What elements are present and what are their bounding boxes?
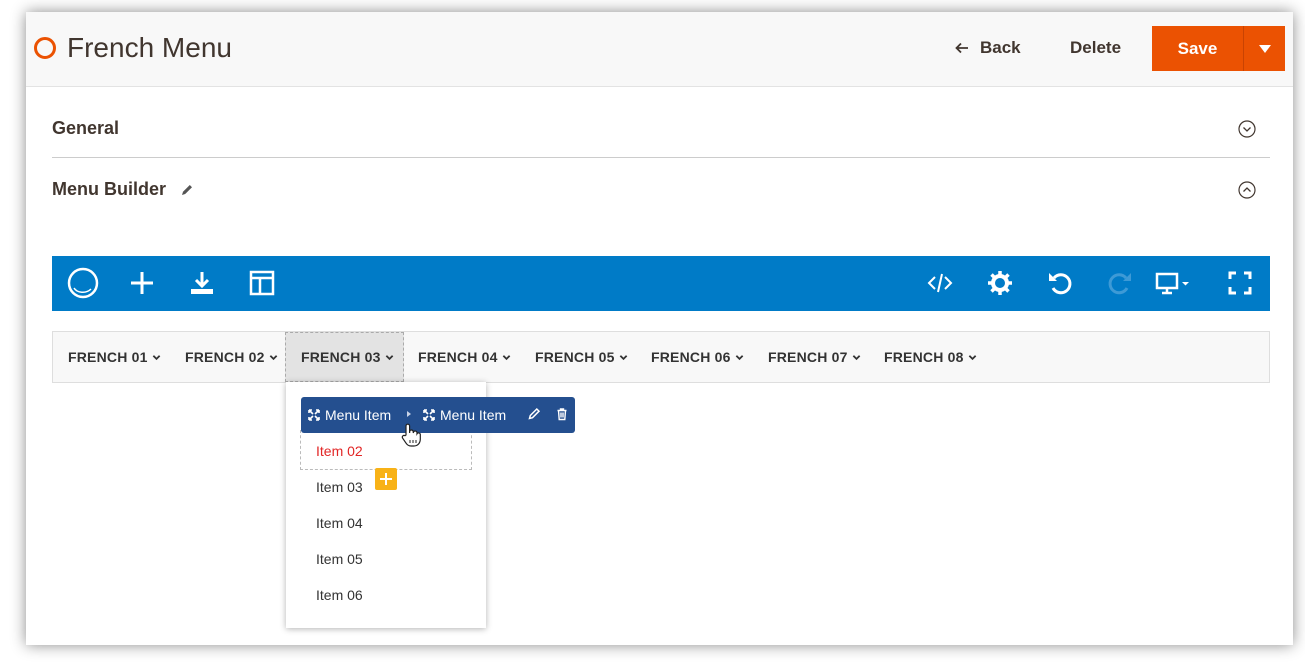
delete-button[interactable]: Delete [1070,38,1121,58]
move-icon [423,409,435,421]
gear-icon[interactable] [986,269,1014,297]
page-header: French Menu Back Delete Save [26,12,1293,87]
edit-icon[interactable] [527,407,541,421]
hand-cursor-icon [401,423,421,447]
menu-tab-french-03[interactable]: FRENCH 03 [285,332,404,382]
back-button[interactable]: Back [954,38,1021,58]
download-icon[interactable] [188,269,216,297]
breadcrumb-label: Menu Item [440,407,507,423]
chevron-down-icon [968,354,976,360]
trash-icon[interactable] [555,407,569,421]
page-title: French Menu [67,32,232,63]
logo-icon [34,37,56,59]
menu-tab-label: FRENCH 04 [418,349,498,365]
list-item[interactable]: Item 04 [316,515,363,531]
save-button-group: Save [1152,26,1285,71]
menu-tab-french-01[interactable]: FRENCH 01 [68,332,161,382]
breadcrumb-item[interactable]: Menu Item [423,407,506,423]
layout-icon[interactable] [248,269,276,297]
chevron-down-icon [269,354,277,360]
plus-icon [380,473,392,485]
list-item[interactable]: Item 05 [316,551,363,567]
pencil-icon[interactable] [180,183,194,197]
chevron-down-circle-icon[interactable] [1238,120,1256,138]
menu-builder-section[interactable]: Menu Builder [52,159,1270,219]
chevron-down-icon [735,354,743,360]
list-item[interactable]: Item 02 [316,443,363,459]
chevron-down-icon [852,354,860,360]
menu-tab-french-04[interactable]: FRENCH 04 [418,332,511,382]
breadcrumb-item[interactable]: Menu Item [308,407,391,423]
chevron-down-icon [502,354,510,360]
menu-tab-french-05[interactable]: FRENCH 05 [535,332,628,382]
menu-tab-label: FRENCH 07 [768,349,848,365]
general-section-title: General [52,118,120,138]
menu-tab-label: FRENCH 05 [535,349,615,365]
breadcrumb-label: Menu Item [325,407,392,423]
menu-tab-french-08[interactable]: FRENCH 08 [884,332,977,382]
menu-bar: FRENCH 01 FRENCH 02 FRENCH 03 FRENCH 04 … [52,331,1270,383]
builder-toolbar [52,256,1270,311]
chevron-up-circle-icon[interactable] [1238,181,1256,199]
breadcrumb-separator-icon [407,411,411,417]
code-icon[interactable] [926,269,954,297]
undo-icon[interactable] [1046,269,1074,297]
menu-builder-title: Menu Builder [52,179,194,200]
back-label: Back [980,38,1021,57]
menu-tab-label: FRENCH 01 [68,349,148,365]
redo-icon[interactable] [1106,269,1134,297]
chevron-down-icon [619,354,627,360]
chevron-down-icon [385,354,393,360]
menu-tab-label: FRENCH 06 [651,349,731,365]
menu-tab-french-06[interactable]: FRENCH 06 [651,332,744,382]
chevron-down-icon [152,354,160,360]
menu-tab-label: FRENCH 08 [884,349,964,365]
list-item[interactable]: Item 03 [316,479,363,495]
menu-tab-label: FRENCH 02 [185,349,265,365]
app-window: French Menu Back Delete Save General Men… [26,12,1293,645]
add-item-button[interactable] [375,468,397,490]
fullscreen-icon[interactable] [1226,269,1254,297]
monitor-icon[interactable] [1154,269,1194,297]
move-icon [308,409,320,421]
caret-down-icon [1258,44,1271,53]
plus-icon[interactable] [128,269,156,297]
menu-tab-label: FRENCH 03 [301,349,381,365]
arrow-left-icon [955,42,968,54]
element-breadcrumb-bar: Menu Item Menu Item [301,397,575,433]
save-button[interactable]: Save [1152,26,1243,71]
menu-tab-french-02[interactable]: FRENCH 02 [185,332,278,382]
menu-tab-french-07[interactable]: FRENCH 07 [768,332,861,382]
list-item[interactable]: Item 06 [316,587,363,603]
save-options-toggle[interactable] [1243,26,1285,71]
logo-icon[interactable] [66,266,100,300]
general-section[interactable]: General [52,88,1270,158]
menu-builder-label: Menu Builder [52,179,167,199]
